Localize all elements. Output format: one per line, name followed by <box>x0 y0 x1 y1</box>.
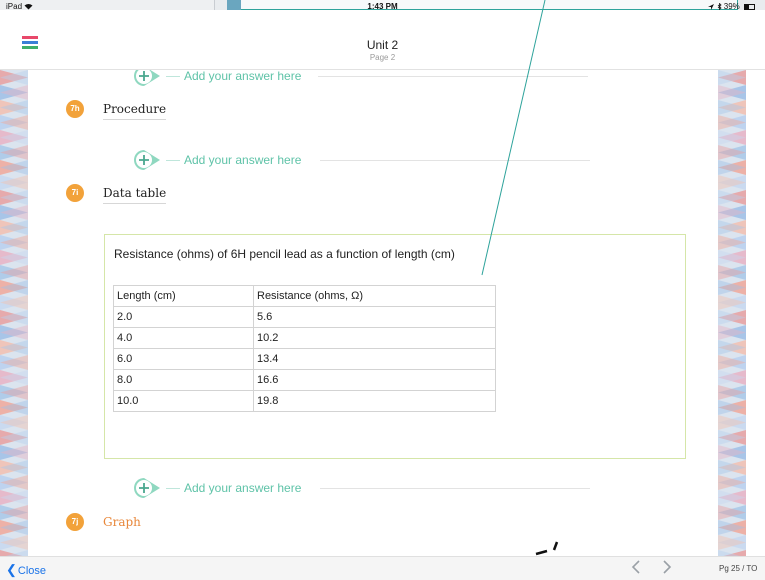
table-cell: 16.6 <box>253 369 496 391</box>
ibook-reader-screen: iPad 1:43 PM 39% Unit 2 Page 2 Add your … <box>0 0 765 580</box>
battery-icon <box>744 3 755 10</box>
section-graph: 7j Graph <box>66 513 366 535</box>
section-badge: 7h <box>66 100 84 118</box>
previous-page-button[interactable] <box>631 559 641 579</box>
page-subtitle: Page 2 <box>369 53 396 62</box>
page-title: Unit 2 <box>366 38 399 52</box>
section-procedure: 7h Procedure <box>66 100 366 122</box>
table-caption: Resistance (ohms) of 6H pencil lead as a… <box>114 247 455 261</box>
add-answer-label[interactable]: Add your answer here <box>184 153 301 167</box>
answer-row-data-table: Add your answer here <box>132 476 592 500</box>
close-label: Close <box>17 565 47 577</box>
chevron-left-icon: ❮ <box>6 562 17 577</box>
section-title: Graph <box>103 515 141 529</box>
status-bar: iPad 1:43 PM 39% <box>0 0 765 14</box>
section-title: Procedure <box>103 102 167 120</box>
answer-row-procedure: Add your answer here <box>132 148 592 172</box>
answer-line-left <box>166 76 180 77</box>
table-cell: 10.2 <box>253 327 496 349</box>
page-content: Add your answer here 7h Procedure Add yo… <box>28 70 718 556</box>
data-table: Length (cm) Resistance (ohms, Ω) 2.0 5.6… <box>113 285 496 412</box>
plus-circle-icon[interactable] <box>132 70 162 88</box>
bluetooth-icon <box>717 2 722 11</box>
status-right: 39% <box>708 2 755 11</box>
answer-line-right <box>318 76 588 77</box>
right-gutter <box>746 70 765 556</box>
decorative-right-border <box>718 70 746 556</box>
answer-row-top: Add your answer here <box>132 70 588 88</box>
answer-line-right <box>320 160 590 161</box>
table-cell: 10.0 <box>113 390 254 412</box>
section-title: Data table <box>103 186 167 204</box>
table-cell: 5.6 <box>253 306 496 328</box>
nav-bar: Unit 2 Page 2 <box>0 14 765 70</box>
data-table-box: Resistance (ohms) of 6H pencil lead as a… <box>104 234 686 459</box>
table-row: 6.0 13.4 <box>113 348 496 370</box>
status-time: 1:43 PM <box>367 2 398 11</box>
section-data-table: 7i Data table <box>66 184 366 206</box>
table-cell: 13.4 <box>253 348 496 370</box>
table-header-row: Length (cm) Resistance (ohms, Ω) <box>113 285 496 307</box>
location-icon <box>708 4 715 10</box>
table-cell: 4.0 <box>113 327 254 349</box>
table-row: 8.0 16.6 <box>113 369 496 391</box>
table-cell: 8.0 <box>113 369 254 391</box>
plus-circle-icon[interactable] <box>132 476 162 500</box>
table-cell: 6.0 <box>113 348 254 370</box>
section-badge: 7j <box>66 513 84 531</box>
next-page-button[interactable] <box>662 559 672 579</box>
bottom-toolbar: ❮Close Pg 25 / TO <box>0 556 765 580</box>
add-answer-label[interactable]: Add your answer here <box>184 481 301 495</box>
pen-mark <box>535 541 559 556</box>
table-cell: 2.0 <box>113 306 254 328</box>
decorative-left-border <box>0 70 28 556</box>
chevron-left-icon <box>631 560 640 574</box>
table-row: 10.0 19.8 <box>113 390 496 412</box>
close-button[interactable]: ❮Close <box>6 562 46 578</box>
section-badge: 7i <box>66 184 84 202</box>
table-cell: 19.8 <box>253 390 496 412</box>
answer-line-left <box>166 160 180 161</box>
answer-line-right <box>320 488 590 489</box>
table-header-cell: Resistance (ohms, Ω) <box>253 285 496 307</box>
add-answer-label[interactable]: Add your answer here <box>184 70 301 83</box>
plus-circle-icon[interactable] <box>132 148 162 172</box>
chevron-right-icon <box>663 560 672 574</box>
table-row: 2.0 5.6 <box>113 306 496 328</box>
table-row: 4.0 10.2 <box>113 327 496 349</box>
table-header-cell: Length (cm) <box>113 285 254 307</box>
answer-line-left <box>166 488 180 489</box>
battery-percent: 39% <box>723 2 740 11</box>
page-indicator[interactable]: Pg 25 / TO <box>719 564 757 573</box>
